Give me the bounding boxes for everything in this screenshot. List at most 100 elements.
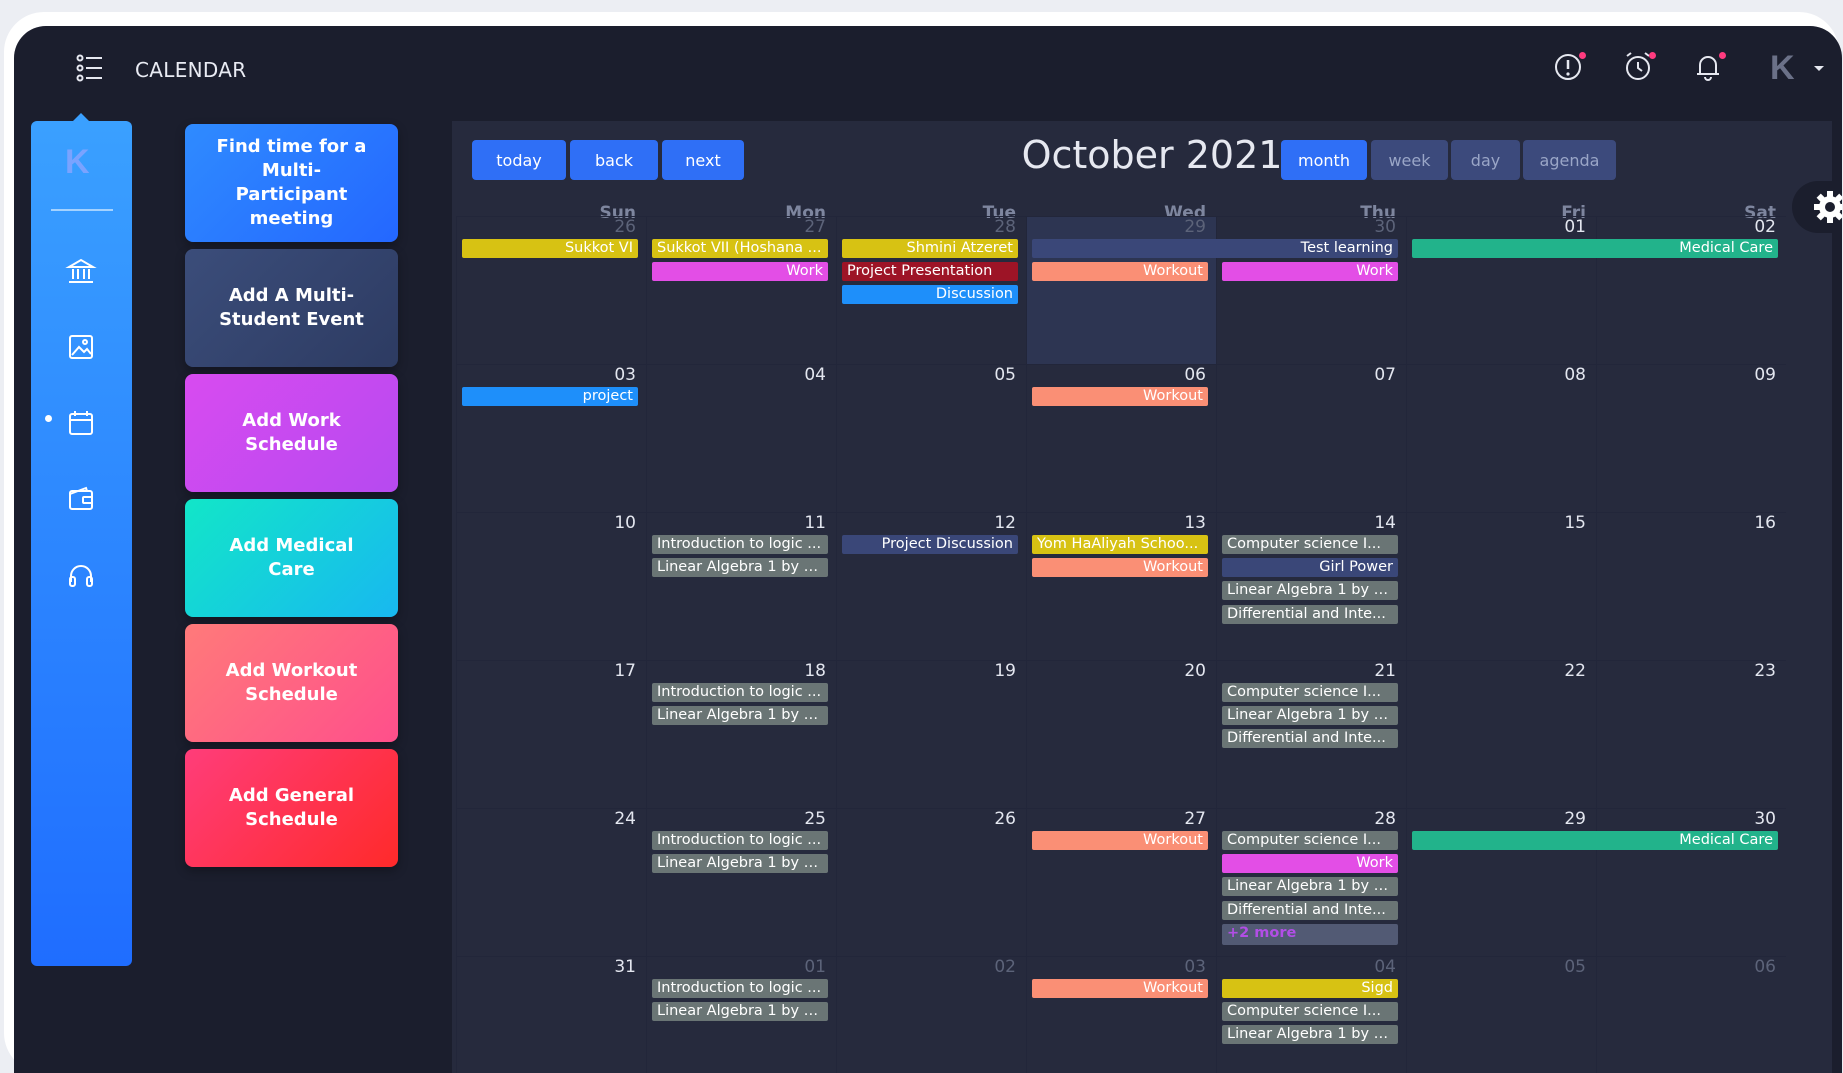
date-number[interactable]: 27: [804, 217, 826, 237]
day-cell[interactable]: 08: [1406, 364, 1596, 512]
date-number[interactable]: 14: [1374, 513, 1396, 533]
calendar-event[interactable]: Work: [652, 262, 828, 282]
calendar-event[interactable]: Yom HaAliyah Schoo...: [1032, 535, 1208, 554]
action-card-2[interactable]: Add A Multi-Student Event: [185, 249, 398, 367]
calendar-event[interactable]: Workout: [1032, 558, 1208, 578]
date-number[interactable]: 18: [804, 661, 826, 681]
date-number[interactable]: 12: [994, 513, 1016, 533]
calendar-event[interactable]: Project Discussion: [842, 535, 1018, 554]
calendar-event[interactable]: Sukkot VII (Hoshana ...: [652, 239, 828, 258]
view-week-button[interactable]: week: [1371, 140, 1448, 180]
calendar-event[interactable]: Computer science I...: [1222, 1002, 1398, 1022]
date-number[interactable]: 31: [614, 957, 636, 977]
calendar-event[interactable]: Computer science I...: [1222, 831, 1398, 850]
calendar-event[interactable]: Sukkot VI: [462, 239, 638, 258]
calendar-event[interactable]: Workout: [1032, 979, 1208, 998]
calendar-event[interactable]: Linear Algebra 1 by D...: [652, 558, 828, 578]
calendar-event[interactable]: Introduction to logic ...: [652, 831, 828, 850]
day-cell[interactable]: 23: [1596, 660, 1786, 808]
date-number[interactable]: 09: [1754, 365, 1776, 385]
day-cell[interactable]: 03: [1026, 956, 1216, 1073]
day-cell[interactable]: 07: [1216, 364, 1406, 512]
calendar-event[interactable]: Introduction to logic ...: [652, 683, 828, 702]
calendar-icon[interactable]: [61, 403, 101, 443]
date-number[interactable]: 19: [994, 661, 1016, 681]
date-number[interactable]: 26: [994, 809, 1016, 829]
calendar-event[interactable]: Differential and Inte...: [1222, 900, 1398, 920]
calendar-event[interactable]: project: [462, 387, 638, 406]
calendar-event[interactable]: Computer science I...: [1222, 683, 1398, 702]
calendar-event[interactable]: Linear Algebra 1 by D...: [652, 706, 828, 726]
date-number[interactable]: 05: [1564, 957, 1586, 977]
date-number[interactable]: 26: [614, 217, 636, 237]
calendar-event[interactable]: Work: [1222, 854, 1398, 874]
image-icon[interactable]: [61, 327, 101, 367]
user-avatar[interactable]: K: [1770, 46, 1830, 87]
calendar-event[interactable]: Workout: [1032, 831, 1208, 850]
action-card-6[interactable]: Add General Schedule: [185, 749, 398, 867]
day-cell[interactable]: 04: [646, 364, 836, 512]
day-cell[interactable]: 17: [456, 660, 646, 808]
day-cell[interactable]: 19: [836, 660, 1026, 808]
date-number[interactable]: 29: [1564, 809, 1586, 829]
action-card-3[interactable]: Add Work Schedule: [185, 374, 398, 492]
day-cell[interactable]: 10: [456, 512, 646, 660]
day-cell[interactable]: 24: [456, 808, 646, 956]
date-number[interactable]: 15: [1564, 513, 1586, 533]
date-number[interactable]: 30: [1374, 217, 1396, 237]
date-number[interactable]: 25: [804, 809, 826, 829]
headphones-icon[interactable]: [61, 555, 101, 595]
date-number[interactable]: 27: [1184, 809, 1206, 829]
date-number[interactable]: 22: [1564, 661, 1586, 681]
date-number[interactable]: 24: [614, 809, 636, 829]
calendar-event[interactable]: Linear Algebra 1 by D...: [1222, 1025, 1398, 1045]
next-button[interactable]: next: [662, 140, 744, 180]
calendar-event[interactable]: Introduction to logic ...: [652, 535, 828, 554]
show-more-link[interactable]: +2 more: [1222, 923, 1398, 945]
date-number[interactable]: 06: [1184, 365, 1206, 385]
calendar-event[interactable]: Work: [1222, 262, 1398, 282]
action-card-1[interactable]: Find time for a Multi-Participant meetin…: [185, 124, 398, 242]
date-number[interactable]: 02: [994, 957, 1016, 977]
date-number[interactable]: 08: [1564, 365, 1586, 385]
day-cell[interactable]: 05: [1406, 956, 1596, 1073]
alert-icon[interactable]: [1550, 46, 1592, 86]
date-number[interactable]: 03: [1184, 957, 1206, 977]
calendar-event[interactable]: Linear Algebra 1 by D...: [1222, 877, 1398, 897]
date-number[interactable]: 04: [804, 365, 826, 385]
view-month-button[interactable]: month: [1281, 140, 1367, 180]
calendar-event[interactable]: Introduction to logic ...: [652, 979, 828, 998]
bell-icon[interactable]: [1690, 46, 1732, 86]
calendar-event[interactable]: Girl Power: [1222, 558, 1398, 578]
calendar-event[interactable]: Discussion: [842, 285, 1018, 305]
date-number[interactable]: 28: [1374, 809, 1396, 829]
date-number[interactable]: 04: [1374, 957, 1396, 977]
date-number[interactable]: 02: [1754, 217, 1776, 237]
calendar-event[interactable]: Linear Algebra 1 by D...: [1222, 581, 1398, 601]
date-number[interactable]: 06: [1754, 957, 1776, 977]
day-cell[interactable]: 16: [1596, 512, 1786, 660]
day-cell[interactable]: 15: [1406, 512, 1596, 660]
alarm-clock-icon[interactable]: [1620, 46, 1662, 86]
calendar-event[interactable]: Differential and Inte...: [1222, 729, 1398, 749]
calendar-event[interactable]: Linear Algebra 1 by D...: [652, 1002, 828, 1022]
calendar-event[interactable]: Differential and Inte...: [1222, 604, 1398, 624]
day-cell[interactable]: 02: [836, 956, 1026, 1073]
bank-icon[interactable]: [61, 251, 101, 291]
calendar-event[interactable]: Sigd: [1222, 979, 1398, 998]
day-cell[interactable]: 31: [456, 956, 646, 1073]
day-cell[interactable]: 09: [1596, 364, 1786, 512]
calendar-event[interactable]: Workout: [1032, 387, 1208, 406]
action-card-5[interactable]: Add Workout Schedule: [185, 624, 398, 742]
date-number[interactable]: 11: [804, 513, 826, 533]
rail-logo[interactable]: K: [65, 143, 99, 177]
date-number[interactable]: 03: [614, 365, 636, 385]
date-number[interactable]: 17: [614, 661, 636, 681]
date-number[interactable]: 16: [1754, 513, 1776, 533]
date-number[interactable]: 07: [1374, 365, 1396, 385]
day-cell[interactable]: 22: [1406, 660, 1596, 808]
date-number[interactable]: 30: [1754, 809, 1776, 829]
calendar-event[interactable]: Linear Algebra 1 by D...: [1222, 706, 1398, 726]
calendar-event[interactable]: Workout: [1032, 262, 1208, 282]
calendar-event[interactable]: Linear Algebra 1 by D...: [652, 854, 828, 874]
